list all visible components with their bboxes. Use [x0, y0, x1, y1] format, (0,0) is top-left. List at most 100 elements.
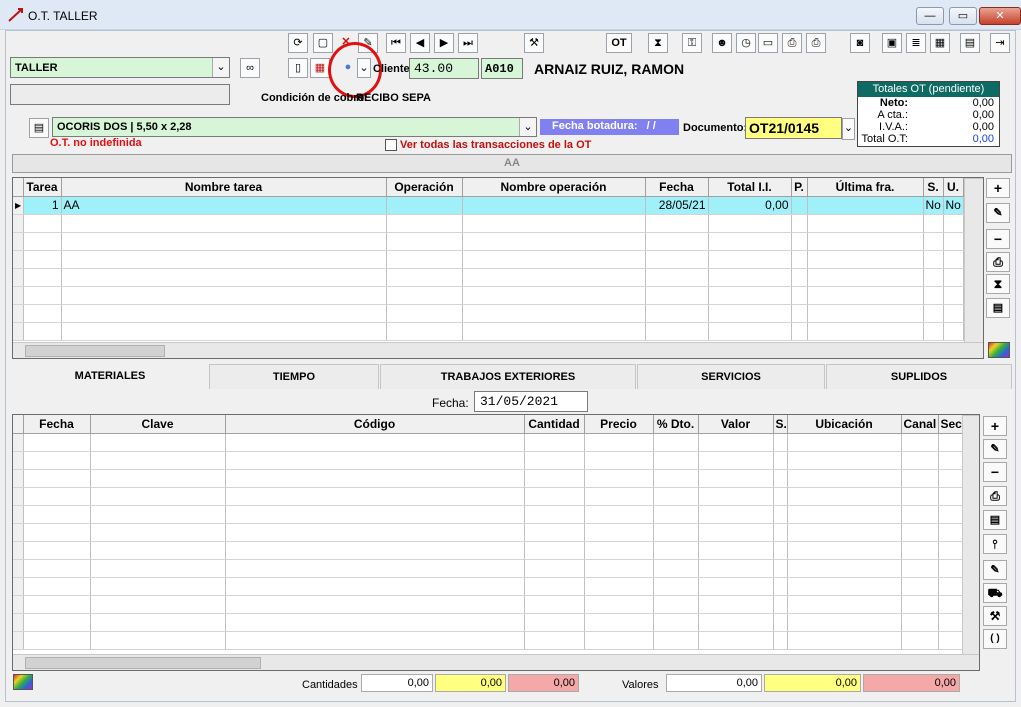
notes-icon[interactable]: ▤: [960, 33, 980, 53]
print-icon[interactable]: ⎙: [986, 252, 1010, 272]
parentheses-icon[interactable]: ( ): [983, 629, 1007, 649]
camera-icon[interactable]: ◙: [850, 33, 870, 53]
tab-trabajos-exteriores[interactable]: TRABAJOS EXTERIORES: [380, 364, 636, 389]
tab-tiempo[interactable]: TIEMPO: [209, 364, 379, 389]
edit-material-icon[interactable]: ✎: [983, 439, 1007, 459]
tools-icon[interactable]: ⚒: [524, 33, 544, 53]
clock-icon[interactable]: ◷: [736, 33, 756, 53]
column-header[interactable]: S.: [923, 178, 944, 197]
refresh-icon[interactable]: ⟳: [288, 33, 308, 53]
table-row[interactable]: [13, 559, 964, 578]
table-row[interactable]: [13, 505, 964, 524]
tools-icon[interactable]: ⚒: [983, 606, 1007, 626]
table-cell[interactable]: No: [923, 196, 944, 215]
maximize-button[interactable]: ▭: [949, 7, 977, 25]
table-row[interactable]: [13, 250, 964, 269]
column-header[interactable]: Operación: [386, 178, 463, 197]
table-row[interactable]: [13, 433, 964, 452]
column-header[interactable]: Total I.I.: [708, 178, 792, 197]
photo-icon[interactable]: ▣: [882, 33, 902, 53]
cliente-number[interactable]: 43.00: [409, 58, 479, 79]
next-icon[interactable]: ▶: [434, 33, 454, 53]
ver-todas-label[interactable]: Ver todas las transacciones de la OT: [400, 139, 591, 151]
ver-todas-checkbox[interactable]: [385, 139, 397, 151]
close-button[interactable]: ✕: [979, 7, 1021, 25]
table-cell[interactable]: AA: [61, 196, 387, 215]
note-icon[interactable]: ✎: [983, 560, 1007, 580]
tab-servicios[interactable]: SERVICIOS: [637, 364, 825, 389]
tasks-horizontal-scrollbar[interactable]: [13, 342, 983, 358]
column-header[interactable]: Fecha: [645, 178, 709, 197]
table-row[interactable]: [13, 631, 964, 650]
workshop-select[interactable]: TALLER ⌄: [10, 57, 230, 78]
table-row[interactable]: [13, 595, 964, 614]
table-row[interactable]: [13, 487, 964, 506]
table-row[interactable]: ▶ 1 AA 28/05/21 0,00 No No: [13, 196, 964, 215]
add-task-button[interactable]: +: [986, 178, 1010, 198]
book-icon[interactable]: ▯: [288, 58, 308, 78]
column-header[interactable]: Fecha: [23, 415, 91, 434]
table-row[interactable]: [13, 286, 964, 305]
remove-material-button[interactable]: −: [983, 462, 1007, 482]
prev-icon[interactable]: ◀: [410, 33, 430, 53]
column-header[interactable]: S.: [773, 415, 788, 434]
hourglass-icon[interactable]: ⧗: [986, 274, 1010, 294]
folder-icon[interactable]: ▭: [758, 33, 778, 53]
column-header[interactable]: % Dto.: [653, 415, 699, 434]
minimize-button[interactable]: —: [916, 7, 944, 25]
table-row[interactable]: [13, 451, 964, 470]
table-cell[interactable]: [807, 196, 924, 215]
calculator-icon[interactable]: ▦: [930, 33, 950, 53]
table-cell[interactable]: [386, 196, 463, 215]
table-row[interactable]: [13, 613, 964, 632]
materials-horizontal-scrollbar[interactable]: [13, 654, 979, 670]
first-icon[interactable]: ⏮: [386, 33, 406, 53]
column-header[interactable]: P.: [791, 178, 808, 197]
binoculars-icon[interactable]: ∞: [240, 58, 260, 78]
column-header[interactable]: Cantidad: [524, 415, 585, 434]
cart-icon[interactable]: ⛟: [983, 583, 1007, 603]
chevron-down-icon[interactable]: ⌄: [519, 118, 536, 136]
materials-vertical-scrollbar[interactable]: [962, 415, 979, 655]
colors-icon[interactable]: [13, 674, 33, 690]
pin-icon[interactable]: ⫯: [983, 534, 1007, 554]
column-header[interactable]: Secc: [938, 415, 964, 434]
column-header[interactable]: Clave: [90, 415, 226, 434]
list-icon[interactable]: ▤: [986, 298, 1010, 318]
table-row[interactable]: [13, 304, 964, 323]
table-row[interactable]: [13, 232, 964, 251]
table-row[interactable]: [13, 214, 964, 233]
fecha-botadura[interactable]: Fecha botadura: / /: [540, 119, 679, 135]
scroll-thumb[interactable]: [25, 345, 165, 357]
table-cell[interactable]: 28/05/21: [645, 196, 709, 215]
column-header[interactable]: Última fra.: [807, 178, 924, 197]
table-row[interactable]: [13, 577, 964, 596]
vehicle-select[interactable]: OCORIS DOS | 5,50 x 2,28 ⌄: [52, 117, 537, 137]
edit-task-icon[interactable]: ✎: [986, 203, 1010, 223]
add-material-button[interactable]: +: [983, 416, 1007, 436]
column-header[interactable]: U.: [943, 178, 964, 197]
table-cell[interactable]: 0,00: [708, 196, 792, 215]
tab-suplidos[interactable]: SUPLIDOS: [826, 364, 1012, 389]
print-icon[interactable]: ⎙: [983, 486, 1007, 506]
column-header[interactable]: Nombre tarea: [61, 178, 387, 197]
documento-dropdown[interactable]: ⌄: [842, 118, 855, 140]
table-row[interactable]: [13, 523, 964, 542]
tasks-vertical-scrollbar[interactable]: [964, 178, 983, 343]
people-icon[interactable]: ☻: [712, 33, 732, 53]
fecha-input[interactable]: 31/05/2021: [474, 391, 588, 412]
column-header[interactable]: Precio: [584, 415, 654, 434]
tab-materiales[interactable]: MATERIALES: [12, 364, 208, 389]
hourglass-icon[interactable]: ⧗: [648, 33, 668, 53]
column-header[interactable]: Tarea: [23, 178, 62, 197]
scan-icon[interactable]: ≣: [906, 33, 926, 53]
cliente-code[interactable]: A010: [481, 58, 523, 79]
column-header[interactable]: Nombre operación: [462, 178, 646, 197]
colors-icon[interactable]: [988, 342, 1010, 358]
print-preview-icon[interactable]: ⎙: [782, 33, 802, 53]
table-row[interactable]: [13, 469, 964, 488]
column-header[interactable]: Valor: [698, 415, 774, 434]
calendar-icon[interactable]: ▦: [310, 58, 330, 78]
column-header[interactable]: Ubicación: [787, 415, 902, 434]
table-row[interactable]: [13, 268, 964, 287]
